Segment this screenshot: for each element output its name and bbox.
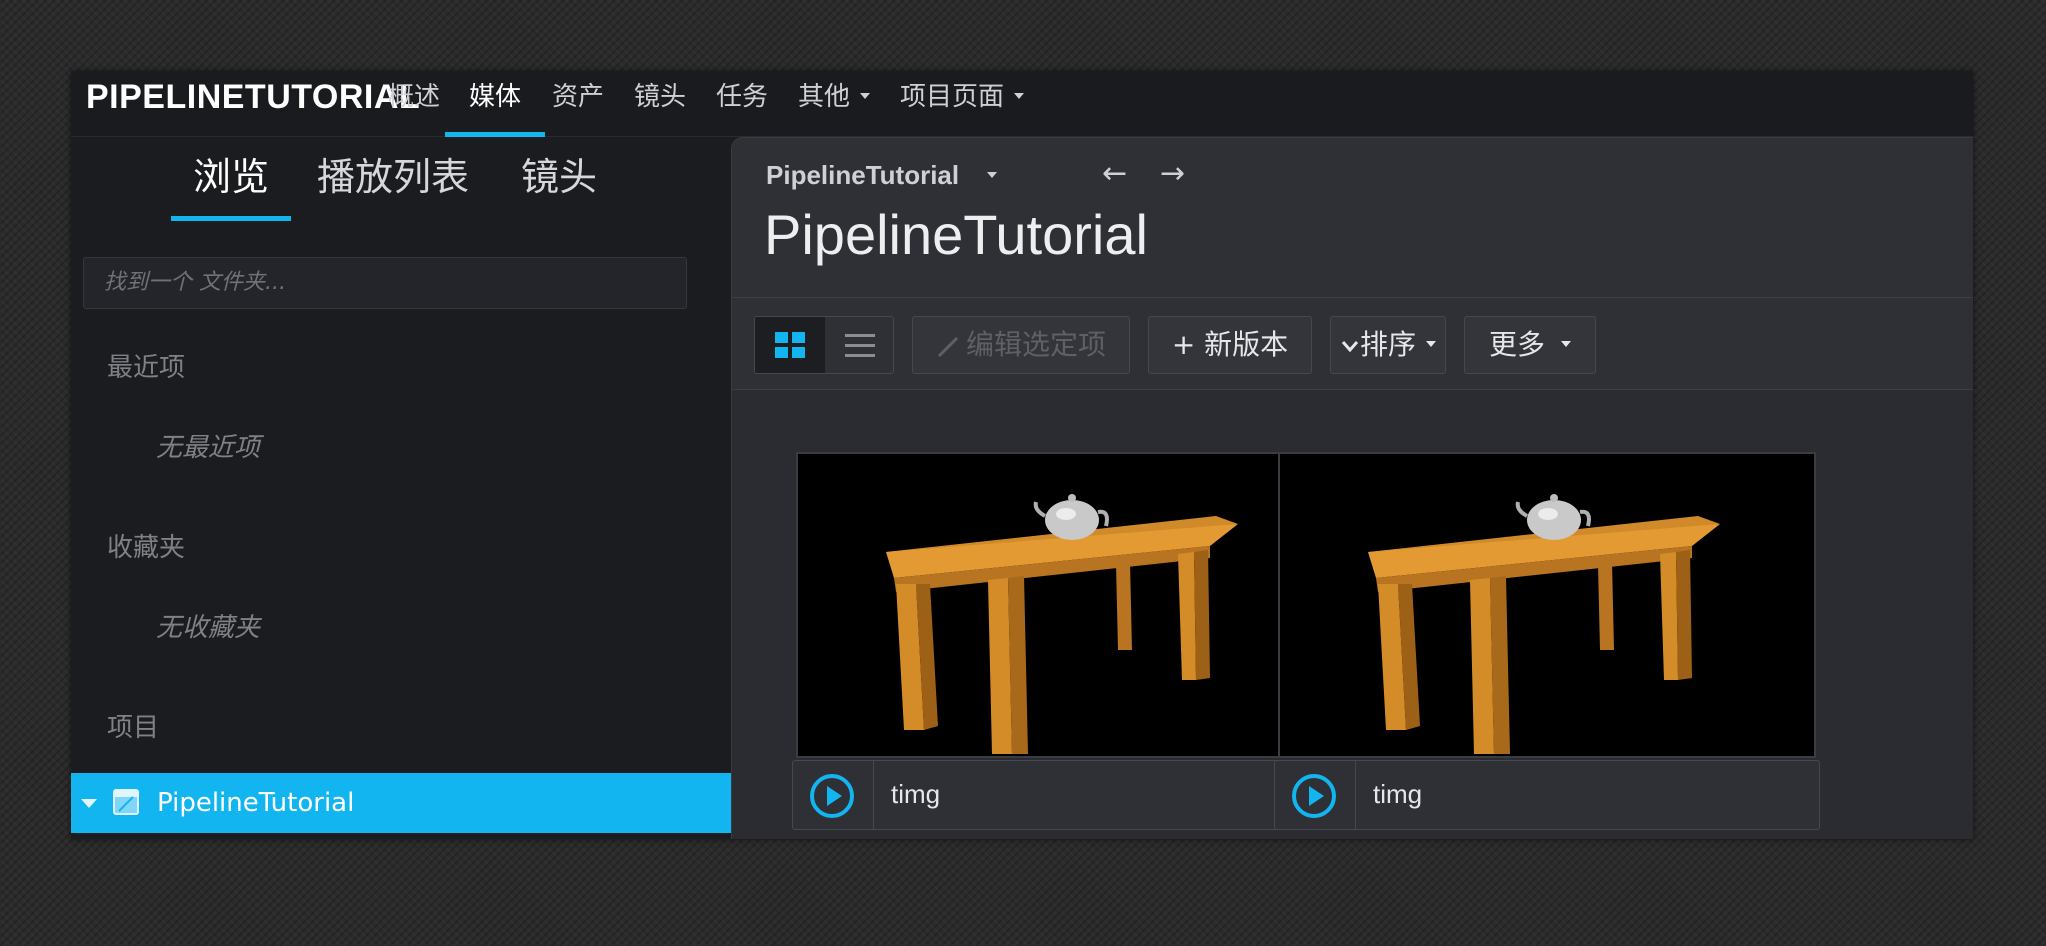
tab-label: 镜头 bbox=[521, 155, 598, 199]
arrow-left-icon[interactable]: ← bbox=[1102, 156, 1127, 191]
project-item-label: PipelineTutorial bbox=[157, 788, 355, 818]
list-icon bbox=[845, 334, 875, 357]
nav-label: 资产 bbox=[552, 82, 605, 112]
panel-header: PipelineTutorial ← → PipelineTutorial bbox=[732, 138, 1973, 298]
pencil-icon bbox=[937, 336, 959, 358]
nav-label: 项目页面 bbox=[900, 82, 1005, 112]
button-label: 排序 bbox=[1359, 328, 1416, 361]
media-name[interactable]: timg bbox=[891, 761, 940, 827]
projects-section-title: 项目 bbox=[107, 713, 160, 743]
button-label: 编辑选定项 bbox=[965, 328, 1106, 361]
divider bbox=[1355, 761, 1356, 829]
list-view-button[interactable] bbox=[825, 317, 893, 373]
media-card-footer: timg bbox=[1274, 760, 1820, 830]
favorites-section-title: 收藏夹 bbox=[107, 533, 186, 563]
nav-assets[interactable]: 资产 bbox=[552, 71, 604, 137]
chevron-down-icon bbox=[860, 92, 871, 99]
app-window: PIPELINETUTORIAL 概述 媒体 资产 镜头 任务 其他 项目页面 … bbox=[71, 71, 1973, 839]
button-label: + 新版本 bbox=[1171, 328, 1289, 361]
tab-label: 播放列表 bbox=[317, 155, 470, 199]
tab-label: 浏览 bbox=[193, 155, 270, 199]
sidebar-item-project[interactable]: PipelineTutorial bbox=[71, 773, 731, 833]
nav-label: 任务 bbox=[716, 82, 769, 112]
nav-shots[interactable]: 镜头 bbox=[634, 71, 686, 137]
nav-other[interactable]: 其他 bbox=[798, 71, 871, 137]
media-thumbnail[interactable] bbox=[796, 452, 1334, 758]
media-card-footer: timg bbox=[792, 760, 1338, 830]
chevron-down-icon bbox=[1341, 341, 1359, 353]
table-teapot-image bbox=[1280, 454, 1814, 756]
media-thumbnail[interactable] bbox=[1278, 452, 1816, 758]
edit-selected-button[interactable]: 编辑选定项 bbox=[912, 316, 1130, 374]
chevron-down-icon bbox=[987, 172, 998, 179]
nav-label: 概述 bbox=[388, 82, 441, 112]
media-grid: timg timg bbox=[732, 390, 1973, 839]
caret-down-icon bbox=[1561, 341, 1571, 347]
new-version-button[interactable]: + 新版本 bbox=[1148, 316, 1312, 374]
caret-down-icon bbox=[1426, 341, 1436, 347]
nav-project-pages[interactable]: 项目页面 bbox=[900, 71, 1025, 137]
tab-browse[interactable]: 浏览 bbox=[170, 151, 292, 221]
arrow-right-icon[interactable]: → bbox=[1160, 156, 1185, 191]
sidebar: 浏览 播放列表 镜头 找到一个 文件夹... 最近项 无最近项 收藏夹 无收藏夹… bbox=[71, 137, 731, 839]
nav-media[interactable]: 媒体 bbox=[444, 71, 546, 137]
top-nav: PIPELINETUTORIAL 概述 媒体 资产 镜头 任务 其他 项目页面 bbox=[71, 71, 1973, 137]
chevron-down-icon bbox=[1014, 92, 1025, 99]
nav-label: 媒体 bbox=[469, 82, 522, 112]
table-teapot-image bbox=[798, 454, 1332, 756]
media-browser-panel: PipelineTutorial ← → PipelineTutorial 编辑… bbox=[731, 137, 1973, 839]
toolbar: 编辑选定项 + 新版本 排序 更多 bbox=[732, 298, 1973, 390]
recent-section-title: 最近项 bbox=[107, 353, 186, 383]
grid-view-button[interactable] bbox=[755, 317, 825, 373]
nav-label: 镜头 bbox=[634, 82, 687, 112]
breadcrumb[interactable]: PipelineTutorial bbox=[766, 160, 998, 191]
folder-search-input[interactable]: 找到一个 文件夹... bbox=[83, 257, 687, 309]
tab-playlists[interactable]: 播放列表 bbox=[317, 151, 469, 221]
tab-shots[interactable]: 镜头 bbox=[521, 151, 597, 221]
nav-overview[interactable]: 概述 bbox=[388, 71, 440, 137]
button-label: 更多 bbox=[1488, 328, 1545, 361]
nav-label: 其他 bbox=[798, 82, 851, 112]
view-toggle bbox=[754, 316, 894, 374]
brand-logo[interactable]: PIPELINETUTORIAL bbox=[86, 71, 420, 123]
play-icon[interactable] bbox=[809, 773, 855, 819]
page-title: PipelineTutorial bbox=[764, 203, 1148, 266]
breadcrumb-label: PipelineTutorial bbox=[766, 160, 960, 190]
sort-button[interactable]: 排序 bbox=[1330, 316, 1446, 374]
divider bbox=[873, 761, 874, 829]
media-name[interactable]: timg bbox=[1373, 761, 1422, 827]
nav-tasks[interactable]: 任务 bbox=[716, 71, 768, 137]
project-icon bbox=[113, 789, 139, 815]
more-button[interactable]: 更多 bbox=[1464, 316, 1596, 374]
favorites-empty-text: 无收藏夹 bbox=[156, 613, 261, 643]
grid-icon bbox=[775, 332, 805, 358]
expand-toggle-icon[interactable] bbox=[81, 799, 97, 808]
play-icon[interactable] bbox=[1291, 773, 1337, 819]
recent-empty-text: 无最近项 bbox=[156, 433, 261, 463]
